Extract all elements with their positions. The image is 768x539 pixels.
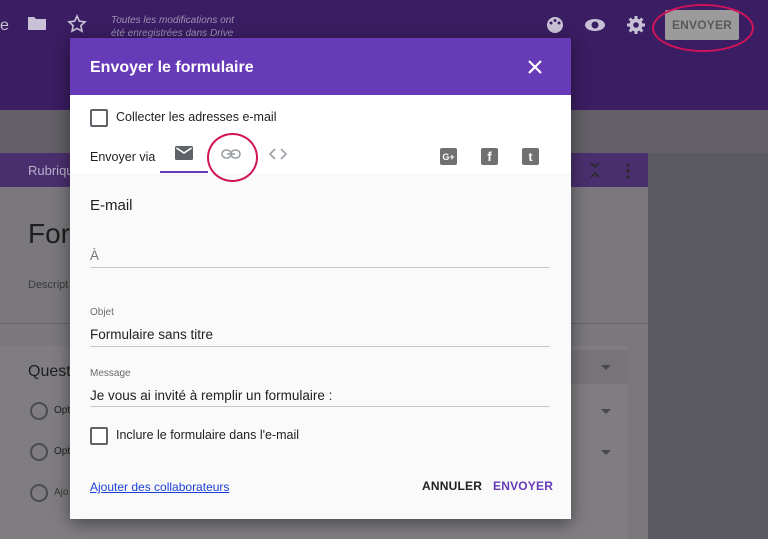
facebook-icon[interactable]: f — [481, 148, 498, 165]
form-description-partial: Descript — [28, 279, 69, 291]
collect-emails-checkbox[interactable] — [90, 109, 108, 127]
email-icon — [175, 146, 193, 165]
subject-caption: Objet — [90, 307, 114, 318]
twitter-icon[interactable]: t — [522, 148, 539, 165]
form-title-partial: For — [28, 218, 70, 249]
star-icon[interactable] — [67, 14, 87, 38]
collapse-icon[interactable] — [590, 162, 600, 181]
folder-icon[interactable] — [27, 14, 47, 36]
subject-field-underline — [90, 346, 550, 347]
to-field-underline — [90, 267, 550, 268]
tab-email-indicator — [160, 171, 208, 173]
gear-icon[interactable] — [626, 15, 646, 39]
tab-email[interactable] — [160, 138, 208, 173]
message-field[interactable]: Je vous ai invité à remplir un formulair… — [90, 388, 332, 403]
email-section-title: E-mail — [90, 197, 133, 214]
question-type-select[interactable] — [570, 350, 628, 384]
message-caption: Message — [90, 368, 131, 379]
close-icon[interactable] — [526, 58, 544, 76]
send-button[interactable]: ENVOYER — [493, 479, 553, 493]
cancel-button[interactable]: ANNULER — [422, 479, 482, 493]
chevron-down-icon — [601, 450, 611, 455]
option-1-partial: Opt — [54, 405, 71, 416]
highlight-annotation-send — [652, 4, 754, 52]
palette-icon[interactable] — [545, 15, 565, 39]
tab-embed[interactable] — [260, 138, 296, 173]
highlight-annotation-link — [207, 133, 258, 182]
app-name-partial: e — [0, 17, 9, 34]
send-form-dialog: Envoyer le formulaire Collecter les adre… — [70, 38, 571, 519]
option-2-partial: Opt — [54, 446, 71, 457]
save-status-line1: Toutes les modifications ont — [111, 15, 235, 26]
add-collaborators-link[interactable]: Ajouter des collaborateurs — [90, 480, 229, 494]
chevron-down-icon — [601, 409, 611, 414]
save-status: Toutes les modifications ont été enregis… — [111, 14, 271, 40]
radio-option-1[interactable] — [30, 402, 48, 420]
google-plus-icon[interactable]: G+ — [440, 148, 457, 165]
embed-code-icon — [268, 147, 288, 165]
add-option-partial: Ajo — [54, 487, 69, 498]
message-field-underline — [90, 406, 550, 407]
to-field[interactable] — [90, 244, 550, 266]
collect-emails-label: Collecter les adresses e-mail — [116, 110, 277, 124]
radio-add-option[interactable] — [30, 484, 48, 502]
dialog-title: Envoyer le formulaire — [90, 59, 254, 76]
chevron-down-icon — [601, 365, 611, 370]
send-via-label: Envoyer via — [90, 150, 156, 164]
include-form-checkbox[interactable] — [90, 427, 108, 445]
section-label: Rubriqu — [28, 163, 74, 178]
radio-option-2[interactable] — [30, 443, 48, 461]
question-title-partial: Quest — [28, 363, 71, 380]
more-vert-icon[interactable] — [626, 163, 630, 184]
subject-field[interactable]: Formulaire sans titre — [90, 327, 213, 342]
include-form-label: Inclure le formulaire dans l'e-mail — [116, 428, 300, 442]
eye-icon[interactable] — [584, 15, 606, 39]
